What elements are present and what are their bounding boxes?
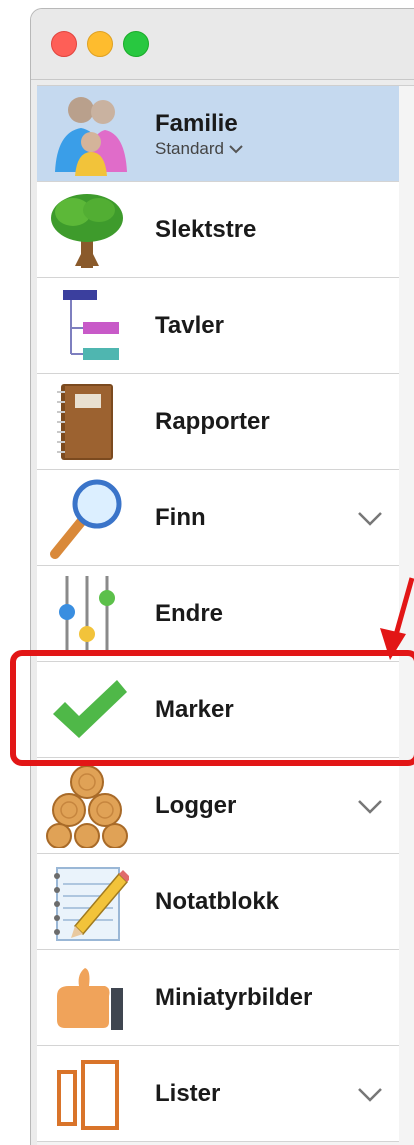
annotation-arrow-icon [380,577,414,660]
